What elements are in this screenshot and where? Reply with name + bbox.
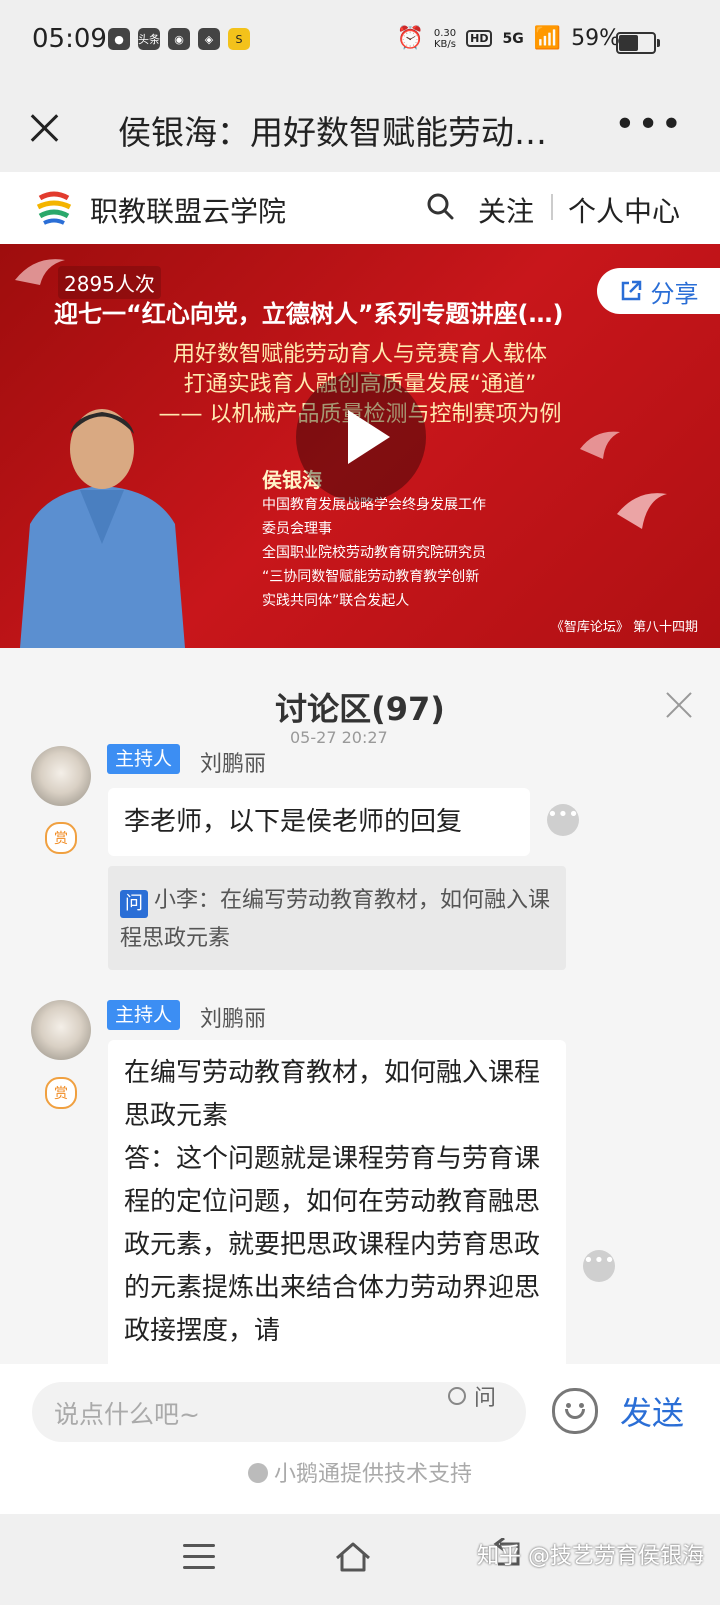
tech-support-label: 小鹅通提供技术支持 [273,1462,472,1487]
close-icon[interactable] [664,690,694,720]
share-button[interactable]: 分享 [597,268,720,314]
title-bar: 侯银海：用好数智赋能劳动… ••• [0,86,720,172]
system-nav-bar: 知乎 @技艺劳育侯银海 [0,1514,720,1605]
brand-logo-icon [36,191,72,225]
radio-icon [448,1387,466,1405]
video-series-title: 迎七一“红心向党，立德树人”系列专题讲座(…) [54,300,564,328]
message-bubble: 李老师，以下是侯老师的回复 [108,788,530,856]
emoji-mouth [565,1409,585,1419]
message-bubble: 在编写劳动教育教材，如何融入课程思政元素 答：这个问题就是课程劳育与劳育课程的定… [108,1040,566,1364]
brand-name: 职教联盟云学院 [90,195,287,228]
send-button[interactable]: 发送 [620,1388,684,1434]
question-icon: 问 [120,890,148,918]
host-tag: 主持人 [107,1000,181,1030]
tech-support-text: 小鹅通提供技术支持 [0,1456,720,1488]
close-icon[interactable] [24,108,64,148]
host-tag: 主持人 [107,744,181,774]
timestamp: 05-27 20:27 [290,728,388,747]
personal-center-link[interactable]: 个人中心 [568,190,680,230]
issue-number: 《智库论坛》 第八十四期 [550,620,698,635]
battery-tip [657,39,660,47]
more-icon[interactable]: ••• [583,1250,615,1282]
app-icon: ◉ [168,28,190,50]
answer-question: 在编写劳动教育教材，如何融入课程思政元素 [124,1058,541,1131]
speaker-info-2: 委员会理事 [262,521,332,537]
net-speed: 0.30 KB/s [434,28,456,50]
ask-toggle[interactable]: 问 [448,1380,496,1412]
hd-icon: HD [466,30,493,47]
ask-label: 问 [474,1386,497,1411]
answer-text: 答：这个问题就是课程劳育与劳育课程的定位问题，如何在劳动教育融思政元素，就要把思… [124,1144,541,1346]
dove-icon [580,431,620,459]
app-icon-3: S [228,28,250,50]
quoted-question-text: 小李：在编写劳动教育教材，如何融入课程思政元素 [120,888,551,951]
battery-icon [616,32,660,54]
toutiao-icon: 头条 [138,28,160,50]
home-icon[interactable] [334,1540,372,1574]
comment-placeholder: 说点什么吧~ [54,1400,200,1429]
emoji-icon[interactable] [552,1388,598,1434]
wifi-icon: 📶 [533,26,562,51]
xiaoetong-icon [247,1463,268,1483]
more-icon[interactable]: ••• [547,804,579,836]
wechat-icon: ● [108,28,130,50]
user-name: 刘鹏丽 [200,752,267,777]
emoji-eye [579,1403,584,1408]
watermark: 知乎 @技艺劳育侯银海 [477,1544,704,1569]
video-line-1: 用好数智赋能劳动育人与竞赛育人载体 [172,342,547,367]
speaker-info-4: “三协同数智赋能劳动教育教学创新 [262,569,480,585]
status-time: 05:09 [32,24,107,54]
discussion-panel: 讨论区(97) 05-27 20:27 赏 主持人 刘鹏丽 李老师，以下是侯老师… [0,648,720,1364]
brand-bar: 职教联盟云学院 关注 个人中心 [0,172,720,244]
battery-percent: 59% [571,26,620,51]
more-icon[interactable]: ••• [614,107,684,143]
speaker-info-5: 实践共同体”联合发起人 [262,593,410,609]
signal-icon: 5G [502,30,524,47]
input-bar: 说点什么吧~ 问 发送 小鹅通提供技术支持 [0,1364,720,1514]
avatar[interactable] [31,746,91,806]
menu-icon[interactable] [183,1544,215,1570]
video-player[interactable]: 2895人次 迎七一“红心向党，立德树人”系列专题讲座(…) 用好数智赋能劳动育… [0,244,720,648]
play-button[interactable] [296,372,426,502]
net-speed-unit: KB/s [433,38,456,50]
alarm-icon: ⏰ [396,26,424,51]
divider [551,194,553,220]
net-speed-value: 0.30 [433,27,457,39]
avatar[interactable] [31,1000,91,1060]
notification-icons: ● 头条 ◉ ◈ S [108,28,250,50]
search-icon[interactable] [426,192,454,220]
follow-button[interactable]: 关注 [478,190,534,230]
page-title: 侯银海：用好数智赋能劳动… [118,113,547,152]
quoted-question: 问小李：在编写劳动教育教材，如何融入课程思政元素 [108,866,566,970]
status-bar: 05:09 ● 头条 ◉ ◈ S ⏰ 0.30 KB/s HD 5G 📶 59% [0,0,720,86]
discussion-title: 讨论区(97) [275,690,445,728]
share-icon [621,280,641,301]
reward-icon[interactable]: 赏 [45,822,77,854]
share-label: 分享 [650,279,699,308]
app-icon-2: ◈ [198,28,220,50]
dove-icon [617,493,667,529]
speaker-info-3: 全国职业院校劳动教育研究院研究员 [262,545,486,561]
status-right: ⏰ 0.30 KB/s HD 5G 📶 59% [396,26,620,51]
reward-icon[interactable]: 赏 [45,1077,77,1109]
user-name: 刘鹏丽 [200,1007,267,1032]
emoji-eye [566,1403,571,1408]
speaker-photo [20,409,185,648]
battery-fill [619,35,638,51]
